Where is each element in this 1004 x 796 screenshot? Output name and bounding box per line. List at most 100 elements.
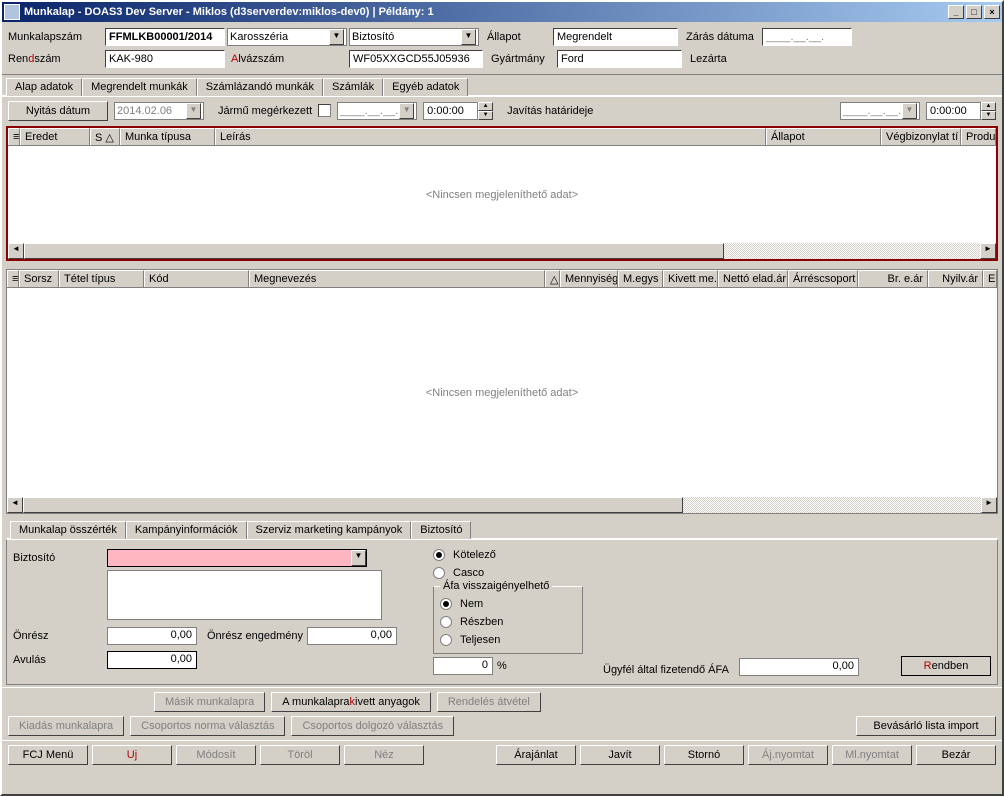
kotelezo-radio[interactable] [433, 549, 445, 561]
scroll-left-icon[interactable]: ◄ [7, 497, 23, 513]
ugyfel-afa-input[interactable]: 0,00 [739, 658, 859, 676]
nez-button[interactable]: Néz [344, 745, 424, 765]
reszben-radio[interactable] [440, 616, 452, 628]
ajnyomtat-button[interactable]: Áj.nyomtat [748, 745, 828, 765]
torol-button[interactable]: Töröl [260, 745, 340, 765]
col-e[interactable]: E [983, 270, 997, 287]
bottom-tabs: Munkalap összérték Kampányinformációk Sz… [6, 520, 998, 539]
jarmu-label: Jármű megérkezett [210, 105, 312, 117]
csoportos-norma-button[interactable]: Csoportos norma választás [130, 716, 285, 736]
grid-hscroll[interactable]: ◄ ► [8, 243, 996, 259]
close-button[interactable]: × [984, 5, 1000, 19]
javit-button[interactable]: Javít [580, 745, 660, 765]
col-sort[interactable]: △ [545, 270, 560, 287]
biztosito-select[interactable]: Biztosító▼ [349, 28, 479, 46]
nyitas-datum-button[interactable]: Nyitás dátum [8, 101, 108, 121]
scroll-right-icon[interactable]: ► [981, 497, 997, 513]
tab-szamlak[interactable]: Számlák [323, 78, 383, 96]
scroll-thumb[interactable] [24, 243, 724, 259]
nyitas-datum-select[interactable]: 2014.02.06▼ [114, 102, 204, 120]
col-megys[interactable]: M.egys [618, 270, 663, 287]
dropdown-icon[interactable]: ▼ [329, 29, 344, 45]
karosszeria-select[interactable]: Karosszéria▼ [227, 28, 347, 46]
col-selector[interactable]: ≡ [8, 128, 20, 145]
rendszam-field[interactable]: KAK-980 [105, 50, 225, 68]
col-eredet[interactable]: Eredet [20, 128, 90, 145]
dropdown-icon[interactable]: ▼ [351, 550, 366, 566]
dropdown-icon[interactable]: ▼ [186, 103, 201, 119]
avulas-label: Avulás [13, 654, 103, 666]
masik-munkalapra-button[interactable]: Másik munkalapra [154, 692, 265, 712]
col-nyilvar[interactable]: Nyilv.ár [928, 270, 983, 287]
casco-radio[interactable] [433, 567, 445, 579]
zaras-datuma-field: ____.__.__. [762, 28, 852, 46]
fcj-menu-button[interactable]: FCJ Menü [8, 745, 88, 765]
kivett-anyagok-button[interactable]: A munkalapra kivett anyagok [271, 692, 431, 712]
tab-egyeb-adatok[interactable]: Egyéb adatok [383, 78, 468, 96]
col-sorsz[interactable]: Sorsz [19, 270, 59, 287]
jarmu-checkbox[interactable] [318, 104, 331, 117]
col-mennyiseg[interactable]: Mennyiség [560, 270, 618, 287]
csoportos-dolgozo-button[interactable]: Csoportos dolgozó választás [291, 716, 454, 736]
teljesen-radio[interactable] [440, 634, 452, 646]
date1-select[interactable]: ____.__.__.▼ [337, 102, 417, 120]
mlnyomtat-button[interactable]: Ml.nyomtat [832, 745, 912, 765]
dropdown-icon[interactable]: ▼ [902, 103, 917, 119]
uj-button[interactable]: Uj [92, 745, 172, 765]
arajanlat-button[interactable]: Árajánlat [496, 745, 576, 765]
date2-select[interactable]: ____.__.__.▼ [840, 102, 920, 120]
bevasarlo-lista-button[interactable]: Bevásárló lista import [856, 716, 996, 736]
biztosito-input[interactable]: ▼ [107, 549, 367, 567]
storno-button[interactable]: Stornó [664, 745, 744, 765]
col-kivett[interactable]: Kivett me. [663, 270, 718, 287]
rendeles-atvetel-button[interactable]: Rendelés átvétel [437, 692, 541, 712]
col-megnevezes[interactable]: Megnevezés [249, 270, 545, 287]
maximize-button[interactable]: □ [966, 5, 982, 19]
col-munka-tipusa[interactable]: Munka típusa [120, 128, 215, 145]
percent-input[interactable]: 0 [433, 657, 493, 675]
main-tabs: Alap adatok Megrendelt munkák Számlázand… [2, 77, 1002, 96]
avulas-input[interactable]: 0,00 [107, 651, 197, 669]
col-leiras[interactable]: Leírás [215, 128, 766, 145]
dropdown-icon[interactable]: ▼ [399, 103, 414, 119]
modosit-button[interactable]: Módosít [176, 745, 256, 765]
onresz-engedmeny-input[interactable]: 0,00 [307, 627, 397, 645]
col-netto[interactable]: Nettó elad.ár [718, 270, 788, 287]
grid-hscroll[interactable]: ◄ ► [7, 497, 997, 513]
time1-input[interactable]: 0:00:00 [423, 102, 478, 120]
time2-spinner[interactable]: ▲▼ [981, 102, 996, 120]
nem-radio[interactable] [440, 598, 452, 610]
biztosito-textarea[interactable] [107, 570, 382, 620]
kotelezo-label: Kötelező [449, 549, 496, 561]
time1-spinner[interactable]: ▲▼ [478, 102, 493, 120]
dropdown-icon[interactable]: ▼ [461, 29, 476, 45]
rendben-button[interactable]: Rendben [901, 656, 991, 676]
header-panel: Munkalapszám FFMLKB00001/2014 Karosszéri… [2, 22, 1002, 75]
alvazszam-field[interactable]: WF05XXGCD55J05936 [349, 50, 483, 68]
col-vegbizonylat[interactable]: Végbizonylat tí [881, 128, 961, 145]
scroll-left-icon[interactable]: ◄ [8, 243, 24, 259]
kiadas-munkalapra-button[interactable]: Kiadás munkalapra [8, 716, 124, 736]
col-arres[interactable]: Árréscsoport [788, 270, 858, 287]
tab-szamlazando-munkak[interactable]: Számlázandó munkák [197, 78, 323, 96]
tab-alap-adatok[interactable]: Alap adatok [6, 78, 82, 96]
tab-megrendelt-munkak[interactable]: Megrendelt munkák [82, 78, 197, 96]
col-selector[interactable]: ≡ [7, 270, 19, 287]
col-tetel-tipus[interactable]: Tétel típus [59, 270, 144, 287]
tab-kampanyinfo[interactable]: Kampányinformációk [126, 521, 247, 539]
col-s[interactable]: S △ [90, 128, 120, 145]
tab-munkalap-osszertek[interactable]: Munkalap összérték [10, 521, 126, 539]
scroll-thumb[interactable] [23, 497, 683, 513]
minimize-button[interactable]: _ [948, 5, 964, 19]
allapot-label: Állapot [481, 31, 551, 43]
time2-input[interactable]: 0:00:00 [926, 102, 981, 120]
col-allapot[interactable]: Állapot [766, 128, 881, 145]
tab-szerviz-marketing[interactable]: Szerviz marketing kampányok [247, 521, 412, 539]
col-brear[interactable]: Br. e.ár [858, 270, 928, 287]
tab-biztosito[interactable]: Biztosító [411, 521, 471, 539]
col-produ[interactable]: Produ [961, 128, 996, 145]
onresz-input[interactable]: 0,00 [107, 627, 197, 645]
col-kod[interactable]: Kód [144, 270, 249, 287]
bezar-button[interactable]: Bezár [916, 745, 996, 765]
scroll-right-icon[interactable]: ► [980, 243, 996, 259]
